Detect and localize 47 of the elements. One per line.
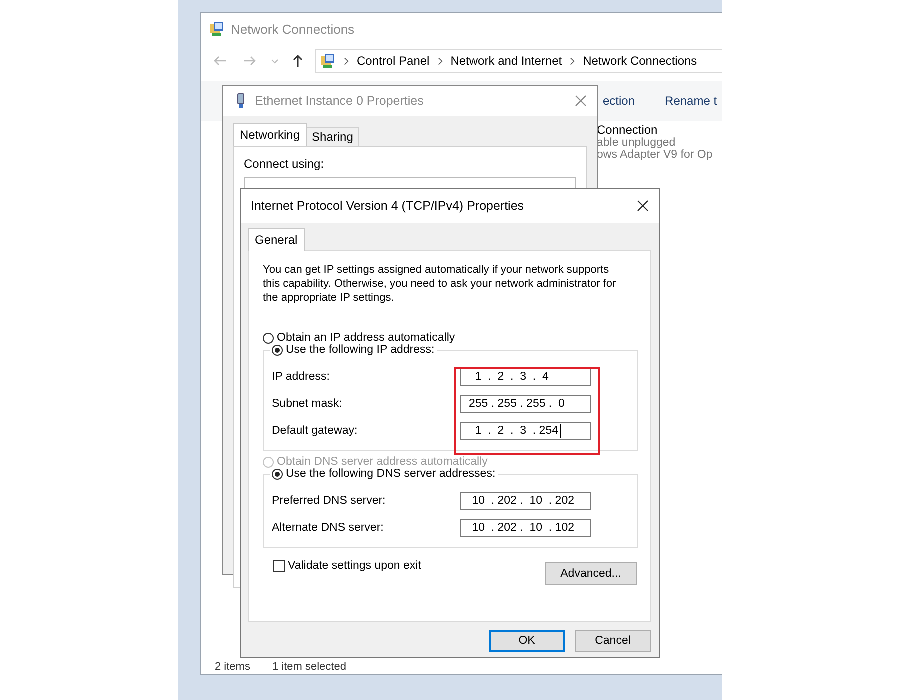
- advanced-button[interactable]: Advanced...: [545, 562, 637, 585]
- dialog-button[interactable]: OK: [489, 630, 565, 652]
- toolbar-command[interactable]: ection: [603, 94, 636, 108]
- network-folder-icon: [320, 53, 336, 69]
- chevron-right-icon: [344, 56, 349, 66]
- up-arrow-icon[interactable]: [293, 54, 303, 68]
- radio-label: Use the following IP address:: [286, 344, 435, 356]
- ip-input-field[interactable]: 255 . 255 . 255 . 0: [460, 394, 591, 412]
- breadcrumb-item[interactable]: Network and Internet: [450, 54, 562, 68]
- tab[interactable]: General: [248, 228, 305, 251]
- dialog-button[interactable]: Cancel: [575, 630, 651, 652]
- dialog-title: Internet Protocol Version 4 (TCP/IPv4) Properties: [251, 199, 526, 213]
- toolbar-command[interactable]: Rename t: [665, 94, 718, 108]
- field-label: Subnet mask:: [272, 398, 342, 410]
- chevron-right-icon: [438, 56, 443, 66]
- radio-label: Obtain DNS server address automatically: [277, 456, 488, 468]
- breadcrumb-item[interactable]: Network Connections: [583, 54, 698, 68]
- field-label: Default gateway:: [272, 424, 358, 436]
- field-label: Preferred DNS server:: [272, 494, 386, 506]
- tab[interactable]: Networking: [233, 123, 308, 146]
- chevron-right-icon: [570, 56, 576, 66]
- status-text: 1 item selected: [272, 660, 346, 672]
- connection-name: Connection: [597, 123, 659, 137]
- field-label: IP address:: [272, 370, 330, 382]
- address-bar[interactable]: Control Panel Network and Internet Network Connections: [315, 49, 722, 73]
- ip-input-field[interactable]: 10 . 202 . 10 . 102: [460, 518, 591, 536]
- connection-device: ows Adapter V9 for Op: [597, 149, 714, 161]
- close-icon[interactable]: [637, 200, 649, 212]
- radio-button[interactable]: [263, 332, 274, 344]
- breadcrumb-item[interactable]: Control Panel: [357, 54, 430, 68]
- checkbox-label: Validate settings upon exit: [288, 560, 422, 572]
- radio-label: Use the following DNS server addresses:: [286, 468, 496, 480]
- dialog-title: Ethernet Instance 0 Properties: [255, 94, 425, 108]
- checkbox[interactable]: [273, 560, 285, 572]
- radio-button[interactable]: [272, 344, 283, 356]
- status-text: 2 items: [215, 660, 250, 672]
- radio-button[interactable]: [272, 468, 283, 480]
- description-text: You can get IP settings assigned automatically if your network supports this capability. Otherwise, you need to ask your network administrator for the appropriate IP settings.: [263, 263, 618, 305]
- window-title: Network Connections: [231, 22, 355, 36]
- connection-status: able unplugged: [597, 137, 677, 149]
- tab[interactable]: Sharing: [306, 127, 360, 146]
- network-folder-icon: [209, 21, 225, 37]
- connect-using-label: Connect using:: [244, 157, 326, 171]
- radio-label: Obtain an IP address automatically: [277, 332, 456, 344]
- ip-input-field[interactable]: 10 . 202 . 10 . 202: [460, 492, 591, 510]
- ip-input-field[interactable]: 1 . 2 . 3 . 254: [460, 422, 591, 440]
- field-label: Alternate DNS server:: [272, 522, 384, 534]
